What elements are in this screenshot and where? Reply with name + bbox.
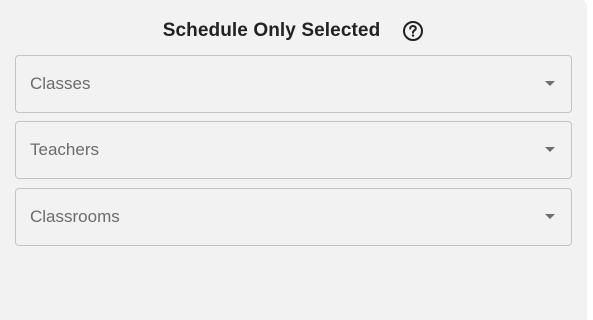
panel-header: Schedule Only Selected xyxy=(0,14,587,48)
chevron-down-icon xyxy=(545,81,555,86)
help-icon[interactable] xyxy=(402,20,424,42)
chevron-down-icon xyxy=(545,214,555,219)
question-circle-icon xyxy=(403,21,424,41)
teachers-select[interactable]: Teachers xyxy=(15,121,572,179)
classes-select-label: Classes xyxy=(30,74,91,93)
chevron-down-icon xyxy=(545,147,555,152)
panel-title: Schedule Only Selected xyxy=(162,20,381,41)
schedule-filter-panel: Schedule Only Selected Classes Teachers … xyxy=(0,0,587,320)
classrooms-select-label: Classrooms xyxy=(30,207,120,226)
teachers-select-label: Teachers xyxy=(30,140,99,159)
classrooms-select[interactable]: Classrooms xyxy=(15,188,572,246)
classes-select[interactable]: Classes xyxy=(15,55,572,113)
